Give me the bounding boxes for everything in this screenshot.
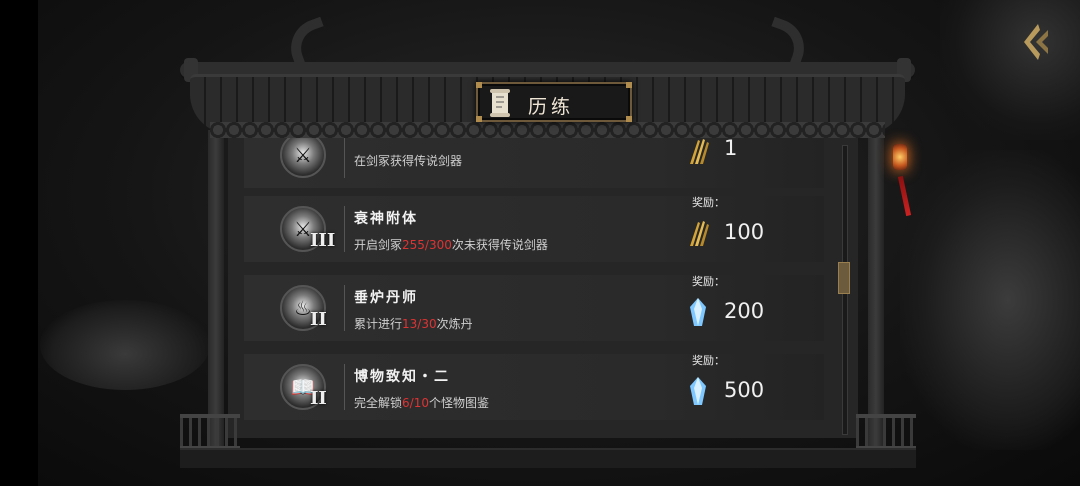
divider — [344, 364, 345, 410]
quest-desc-text: 完全解锁 — [354, 396, 403, 410]
rock-top-right — [940, 0, 1080, 140]
blue-crystal-icon — [690, 377, 706, 405]
reward-value: 1 — [724, 138, 738, 160]
rock-right — [900, 150, 1080, 450]
back-arrow-icon[interactable] — [1018, 20, 1054, 64]
gold-incense-icon — [690, 221, 709, 246]
quest-desc: 完全解锁6/10个怪物图鉴 — [354, 394, 489, 411]
quest-name: 衰神附体 — [354, 211, 418, 227]
page-title: 历练 — [528, 96, 575, 118]
railing-right — [856, 414, 916, 450]
quest-desc: 开启剑冢255/300次未获得传说剑器 — [354, 236, 548, 253]
scroll-icon — [490, 89, 510, 117]
pillar-left — [208, 130, 224, 450]
scrollbar-thumb[interactable] — [838, 262, 850, 294]
reward-label: 奖励： — [692, 354, 725, 367]
reward-label: 奖励： — [692, 275, 725, 288]
reward-value: 500 — [724, 378, 765, 402]
quest-list[interactable]: ⚔ 在剑冢获得传说剑器 1 ⚔ III 衰神附体 开启剑冢255/300次未获得… — [228, 138, 858, 438]
quest-desc-text: 个怪物图鉴 — [428, 396, 489, 410]
quest-progress: 6/10 — [402, 396, 429, 410]
quest-desc-text: 在剑冢获得传说剑器 — [354, 154, 463, 168]
divider — [344, 285, 345, 331]
sword-icon: ⚔ — [280, 138, 326, 178]
rock-left — [40, 300, 210, 390]
left-black-edge — [0, 0, 38, 486]
quest-row[interactable]: ⚔ III 衰神附体 开启剑冢255/300次未获得传说剑器 奖励： 100 — [244, 196, 824, 262]
quest-row-partial[interactable]: ⚔ 在剑冢获得传说剑器 1 — [244, 138, 824, 188]
floor-base — [180, 448, 916, 468]
quest-progress: 13/30 — [402, 317, 437, 331]
quest-desc: 累计进行13/30次炼丹 — [354, 315, 473, 332]
quest-desc-text: 开启剑冢 — [354, 238, 403, 252]
quest-desc-text: 次未获得传说剑器 — [451, 238, 548, 252]
quest-desc-text: 次炼丹 — [436, 317, 473, 331]
quest-row[interactable]: ♨ II 垂炉丹师 累计进行13/30次炼丹 奖励： 200 — [244, 275, 824, 341]
blue-crystal-icon — [690, 298, 706, 326]
rank-badge: III — [310, 230, 336, 251]
quest-row[interactable]: 📖 II 博物致知・二 完全解锁6/10个怪物图鉴 奖励： 500 — [244, 354, 824, 420]
gold-incense-icon — [690, 139, 709, 164]
roof-eave — [210, 122, 885, 138]
pillar-right — [868, 130, 884, 450]
quest-name: 垂炉丹师 — [354, 290, 418, 306]
rank-badge: II — [310, 309, 327, 330]
pavilion-roof — [180, 16, 915, 140]
divider — [344, 206, 345, 252]
quest-desc-text: 累计进行 — [354, 317, 403, 331]
reward-value: 100 — [724, 220, 765, 244]
quest-progress: 255/300 — [402, 238, 452, 252]
title-plaque: 历练 — [476, 82, 632, 122]
reward-label: 奖励： — [692, 196, 725, 209]
reward-value: 200 — [724, 299, 765, 323]
quest-name: 博物致知・二 — [354, 369, 450, 385]
lantern-icon — [893, 144, 907, 170]
rank-badge: II — [310, 388, 327, 409]
railing-left — [180, 414, 240, 450]
divider — [344, 138, 345, 178]
quest-desc: 在剑冢获得传说剑器 — [354, 152, 462, 169]
